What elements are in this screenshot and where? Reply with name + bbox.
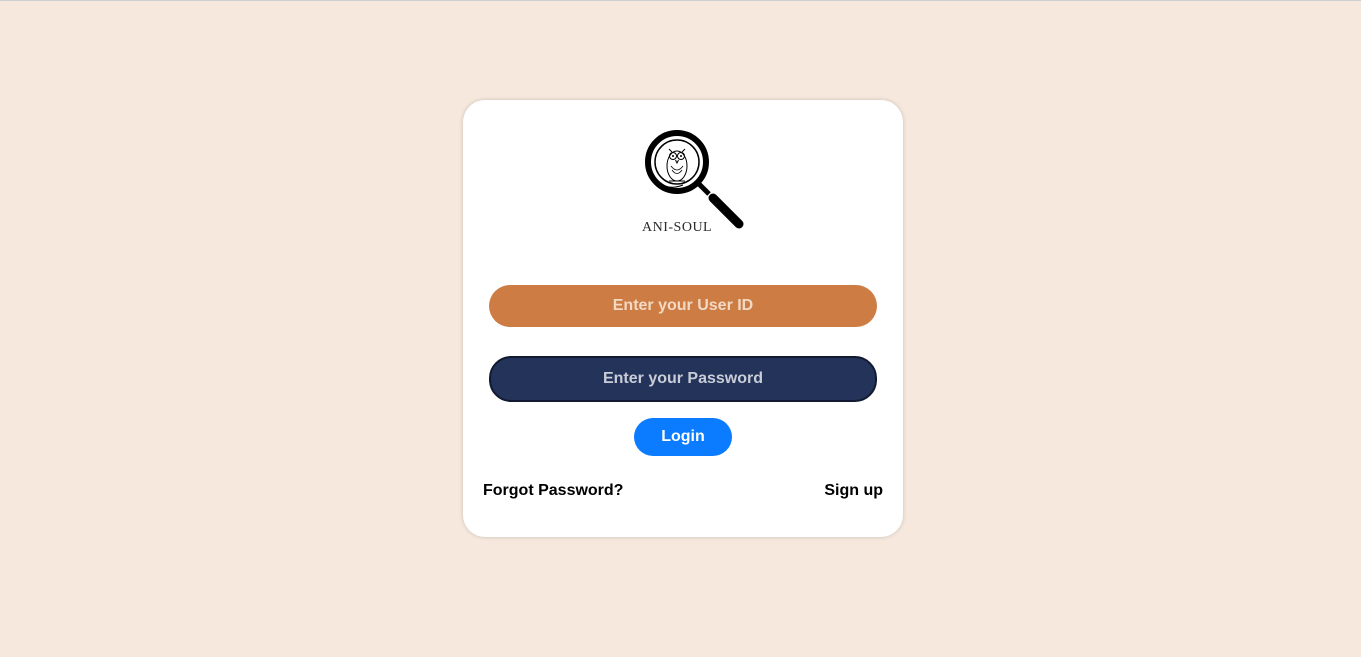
user-id-input[interactable] <box>489 285 877 327</box>
login-card: ANI-SOUL Login Forgot Password? Sign up <box>463 100 903 537</box>
password-input[interactable] <box>489 356 877 402</box>
brand-name: ANI-SOUL <box>642 220 713 235</box>
sign-up-link[interactable]: Sign up <box>824 482 883 500</box>
logo: ANI-SOUL <box>633 128 753 238</box>
login-button[interactable]: Login <box>634 418 732 456</box>
top-border <box>0 0 1361 1</box>
forgot-password-link[interactable]: Forgot Password? <box>483 482 623 500</box>
